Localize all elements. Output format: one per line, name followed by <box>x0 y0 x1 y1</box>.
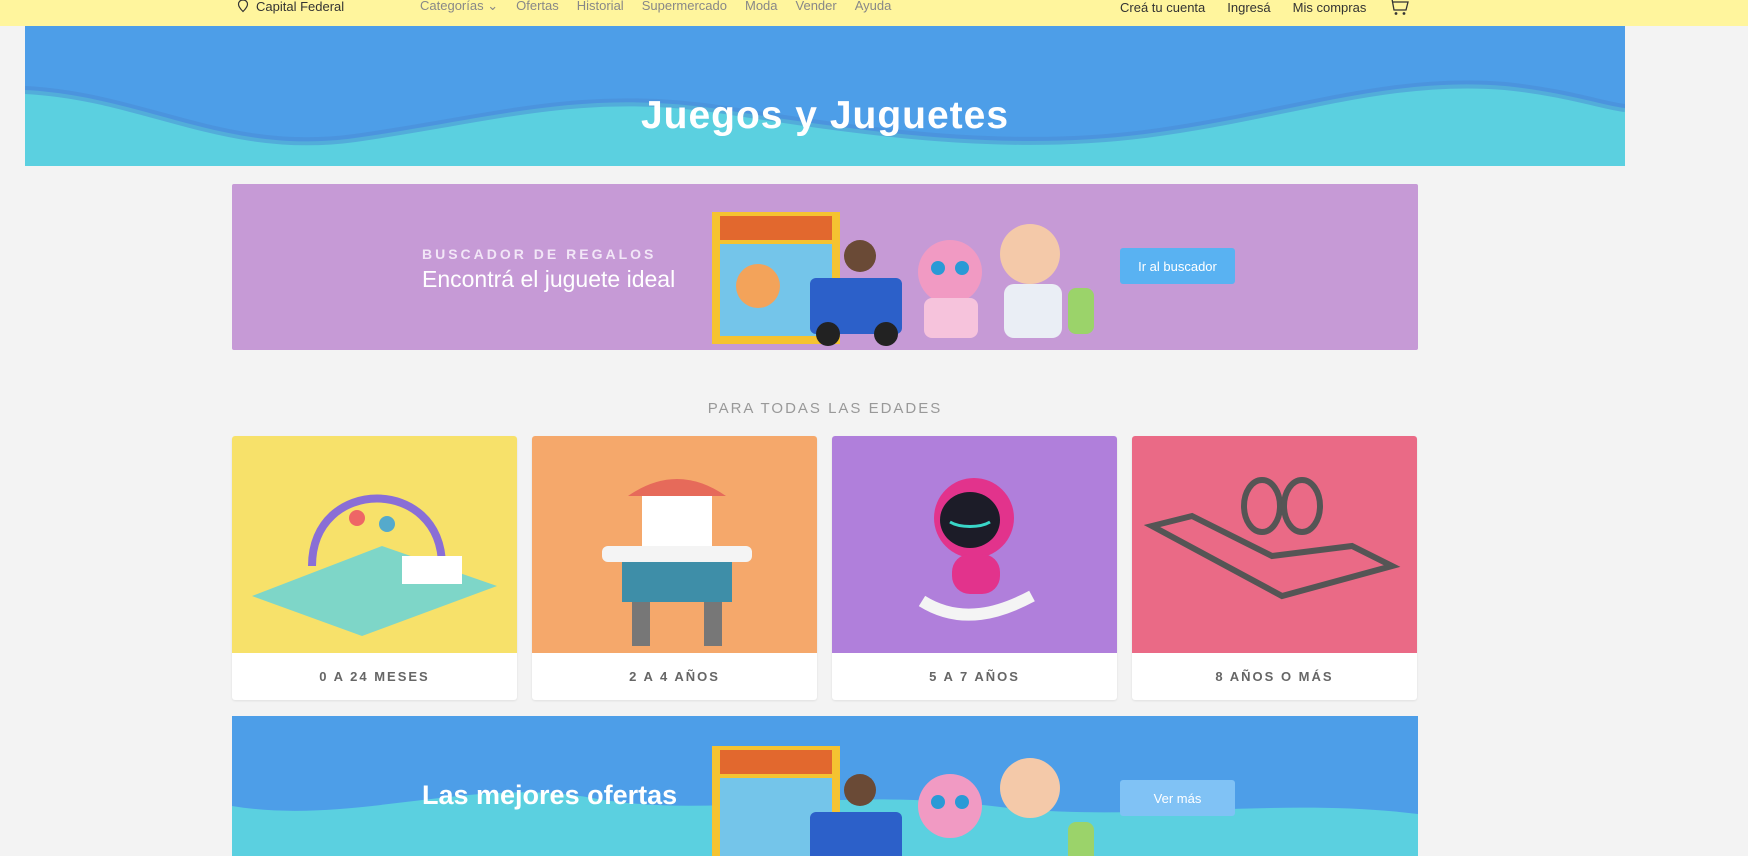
nav-ayuda[interactable]: Ayuda <box>855 0 892 14</box>
location-pin-icon <box>237 0 249 13</box>
toys-illustration <box>712 746 1094 856</box>
promo-eyebrow: BUSCADOR DE REGALOS <box>422 246 657 262</box>
login-link[interactable]: Ingresá <box>1227 0 1270 15</box>
age-card-label: 0 A 24 MESES <box>319 669 430 684</box>
gift-finder-banner[interactable]: BUSCADOR DE REGALOS Encontrá el juguete … <box>232 184 1418 350</box>
create-account-link[interactable]: Creá tu cuenta <box>1120 0 1205 15</box>
ages-section-title: PARA TODAS LAS EDADES <box>707 400 943 417</box>
main-nav: Categorías ⌄ Ofertas Historial Supermerc… <box>420 0 891 14</box>
promo-headline: Encontrá el juguete ideal <box>422 266 676 292</box>
gift-finder-button[interactable]: Ir al buscador <box>1120 248 1235 284</box>
nav-supermercado[interactable]: Supermercado <box>642 0 727 14</box>
offers-headline: Las mejores ofertas <box>422 780 678 810</box>
age-card-0-24[interactable]: 0 A 24 MESES <box>232 436 517 700</box>
location-selector[interactable]: Capital Federal <box>236 0 345 14</box>
age-card-8-plus[interactable]: 8 AÑOS O MÁS <box>1132 436 1417 700</box>
age-card-label: 5 A 7 AÑOS <box>929 669 1020 684</box>
location-label: Capital Federal <box>256 0 345 14</box>
cart-icon[interactable] <box>1388 0 1410 16</box>
age-card-label: 2 A 4 AÑOS <box>629 669 720 684</box>
nav-categorias[interactable]: Categorías ⌄ <box>420 0 498 14</box>
age-card-image <box>832 436 1117 653</box>
see-more-button[interactable]: Ver más <box>1120 780 1235 816</box>
toys-illustration <box>712 212 1094 346</box>
age-card-5-7[interactable]: 5 A 7 AÑOS <box>832 436 1117 700</box>
nav-vender[interactable]: Vender <box>796 0 837 14</box>
category-hero: Juegos y Juguetes <box>25 26 1625 166</box>
age-card-image <box>1132 436 1417 653</box>
page-title: Juegos y Juguetes <box>640 94 1010 137</box>
best-offers-banner[interactable]: Las mejores ofertas Ver más <box>232 716 1418 856</box>
nav-moda[interactable]: Moda <box>745 0 778 14</box>
age-card-image <box>232 436 517 653</box>
account-nav: Creá tu cuenta Ingresá Mis compras <box>1120 0 1410 16</box>
top-navbar: Capital Federal Categorías ⌄ Ofertas His… <box>0 0 1748 26</box>
nav-historial[interactable]: Historial <box>577 0 624 14</box>
age-cards: 0 A 24 MESES 2 A 4 AÑOS 5 A 7 AÑOS 8 AÑO… <box>232 436 1418 700</box>
age-card-2-4[interactable]: 2 A 4 AÑOS <box>532 436 817 700</box>
nav-ofertas[interactable]: Ofertas <box>516 0 559 14</box>
my-purchases-link[interactable]: Mis compras <box>1293 0 1367 15</box>
age-card-label: 8 AÑOS O MÁS <box>1215 669 1334 684</box>
age-card-image <box>532 436 817 653</box>
